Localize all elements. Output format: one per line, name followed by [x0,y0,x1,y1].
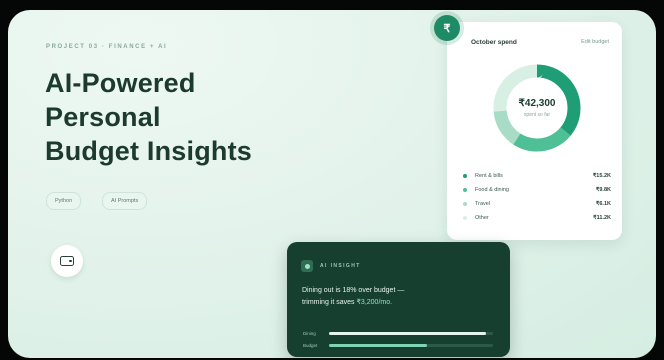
insight-line-2: trimming it saves [302,299,357,306]
insight-savings: ₹3,200/mo. [356,299,393,306]
bar-fill [329,332,487,335]
bar-track [329,332,493,335]
legend-row[interactable]: Rent & bills ₹15.2K [463,169,611,183]
project-eyebrow: PROJECT 03 · FINANCE + AI [46,44,168,50]
legend-label: Travel [475,201,491,207]
category-legend: Rent & bills ₹15.2K Food & dining ₹9.8K … [463,169,611,225]
legend-label: Rent & bills [475,173,503,179]
legend-value: ₹15.2K [592,173,611,179]
bar-fill [329,344,428,347]
insight-line-1: Dining out is 18% over budget — [302,287,405,294]
october-spend-card: October spend Edit budget ₹42,300 spent … [447,22,622,240]
page-title: AI-Powered Personal Budget Insights [45,66,252,168]
comparison-bar-budget: Budget [303,343,493,348]
legend-value: ₹6.1K [595,201,611,207]
comparison-bar-dining: Dining [303,331,493,336]
edit-budget-link[interactable]: Edit budget [581,39,609,45]
legend-row[interactable]: Other ₹11.2K [463,211,611,225]
hero-card: PROJECT 03 · FINANCE + AI AI-Powered Per… [8,10,656,358]
bar-label: Dining [303,331,316,336]
wallet-icon [60,256,74,266]
title-line-3: Budget Insights [45,136,252,166]
legend-label: Food & dining [475,187,509,193]
wallet-button[interactable] [51,245,83,277]
tag-python: Python [46,192,82,210]
rupee-icon: ₹ [434,15,460,41]
tag-ai-prompts: AI Prompts [102,192,148,210]
insight-header: AI INSIGHT [301,260,361,272]
sparkle-icon [301,260,313,272]
total-spend-caption: spent so far [523,112,551,118]
legend-value: ₹11.2K [593,215,611,221]
legend-value: ₹9.8K [595,187,611,193]
insight-message: Dining out is 18% over budget — trimming… [302,285,497,309]
title-line-2: Personal [45,102,161,132]
bar-track [329,344,493,347]
legend-label: Other [475,215,489,221]
ai-insight-card: AI INSIGHT Dining out is 18% over budget… [287,242,510,357]
legend-row[interactable]: Food & dining ₹9.8K [463,183,611,197]
legend-dot [463,202,467,206]
legend-row[interactable]: Travel ₹6.1K [463,197,611,211]
insight-label: AI INSIGHT [320,263,361,269]
title-line-1: AI-Powered [45,68,196,98]
total-spend-amount: ₹42,300 [518,98,556,109]
bar-label: Budget [303,343,318,348]
donut-center: ₹42,300 spent so far [487,98,587,118]
legend-dot [463,216,467,220]
spend-card-title: October spend [471,39,517,46]
legend-dot [463,188,467,192]
legend-dot [463,174,467,178]
